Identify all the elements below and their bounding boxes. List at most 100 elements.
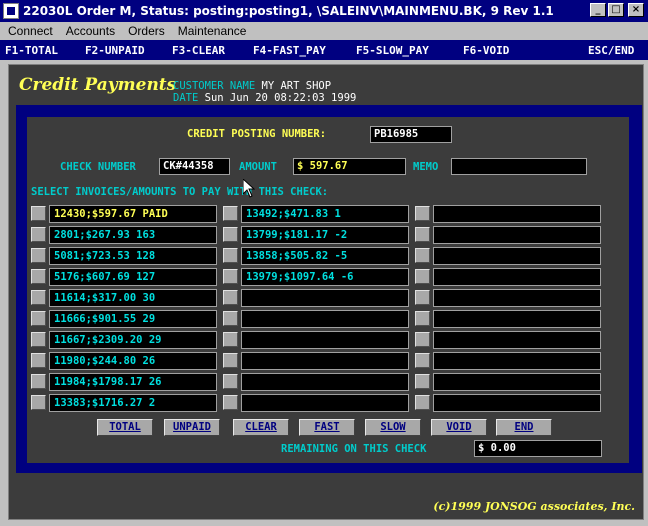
invoice-checkbox[interactable] bbox=[31, 374, 46, 389]
invoice-checkbox[interactable] bbox=[415, 395, 430, 410]
invoice-cell[interactable]: 13492;$471.83 1 bbox=[241, 205, 409, 223]
maximize-button[interactable]: □ bbox=[608, 3, 624, 17]
invoice-checkbox[interactable] bbox=[31, 248, 46, 263]
menu-accounts[interactable]: Accounts bbox=[61, 24, 120, 38]
invoice-checkbox[interactable] bbox=[223, 227, 238, 242]
invoice-cell[interactable]: 5176;$607.69 127 bbox=[49, 268, 217, 286]
menu-orders[interactable]: Orders bbox=[123, 24, 170, 38]
invoice-cell[interactable] bbox=[433, 331, 601, 349]
invoice-checkbox[interactable] bbox=[415, 269, 430, 284]
invoice-cell[interactable] bbox=[433, 394, 601, 412]
invoice-checkbox[interactable] bbox=[31, 395, 46, 410]
fkey-slow-pay[interactable]: F5-SLOW_PAY bbox=[356, 44, 429, 57]
app-icon[interactable] bbox=[3, 3, 19, 19]
invoice-cell[interactable] bbox=[433, 352, 601, 370]
check-number-field[interactable]: CK#44358 bbox=[159, 158, 230, 175]
menu-maintenance[interactable]: Maintenance bbox=[173, 24, 252, 38]
invoice-cell[interactable] bbox=[433, 373, 601, 391]
memo-label: MEMO bbox=[413, 161, 439, 173]
posting-number-field[interactable]: PB16985 bbox=[370, 126, 452, 143]
clear-button-label: CLEAR bbox=[245, 421, 277, 433]
invoice-checkbox[interactable] bbox=[31, 332, 46, 347]
void-button[interactable]: VOID bbox=[431, 419, 487, 436]
invoice-cell[interactable]: 11667;$2309.20 29 bbox=[49, 331, 217, 349]
invoice-checkbox[interactable] bbox=[223, 374, 238, 389]
clear-button[interactable]: CLEAR bbox=[233, 419, 289, 436]
fkey-void[interactable]: F6-VOID bbox=[463, 44, 509, 57]
window-controls: _ □ × bbox=[590, 3, 644, 17]
invoice-cell[interactable] bbox=[433, 310, 601, 328]
end-button[interactable]: END bbox=[496, 419, 552, 436]
invoice-cell[interactable]: 11666;$901.55 29 bbox=[49, 310, 217, 328]
invoice-cell[interactable]: 13799;$181.17 -2 bbox=[241, 226, 409, 244]
invoice-checkbox[interactable] bbox=[31, 353, 46, 368]
invoice-cell[interactable] bbox=[241, 289, 409, 307]
invoice-cell[interactable]: 11980;$244.80 26 bbox=[49, 352, 217, 370]
amount-field[interactable]: $ 597.67 bbox=[293, 158, 406, 175]
invoice-checkbox[interactable] bbox=[223, 290, 238, 305]
invoice-cell[interactable]: 13979;$1097.64 -6 bbox=[241, 268, 409, 286]
invoice-cell[interactable] bbox=[433, 226, 601, 244]
invoice-checkbox[interactable] bbox=[415, 374, 430, 389]
invoice-cell[interactable]: 13383;$1716.27 2 bbox=[49, 394, 217, 412]
customer-value: MY ART SHOP bbox=[261, 80, 332, 92]
invoice-checkbox[interactable] bbox=[31, 290, 46, 305]
invoice-checkbox[interactable] bbox=[31, 206, 46, 221]
invoice-checkbox[interactable] bbox=[415, 290, 430, 305]
menu-connect[interactable]: Connect bbox=[3, 24, 58, 38]
invoice-cell[interactable] bbox=[241, 352, 409, 370]
invoice-checkbox[interactable] bbox=[415, 248, 430, 263]
invoice-cell[interactable] bbox=[241, 373, 409, 391]
invoice-cell[interactable] bbox=[433, 247, 601, 265]
fkey-fast-pay[interactable]: F4-FAST_PAY bbox=[253, 44, 326, 57]
invoice-checkbox[interactable] bbox=[223, 269, 238, 284]
invoice-checkbox[interactable] bbox=[415, 353, 430, 368]
invoice-cell[interactable]: 12430;$597.67 PAID bbox=[49, 205, 217, 223]
select-invoices-label: SELECT INVOICES/AMOUNTS TO PAY WITH THIS… bbox=[31, 186, 329, 198]
close-button[interactable]: × bbox=[628, 3, 644, 17]
invoice-checkbox[interactable] bbox=[223, 353, 238, 368]
slow-button[interactable]: SLOW bbox=[365, 419, 421, 436]
invoice-cell[interactable] bbox=[241, 310, 409, 328]
invoice-cell[interactable] bbox=[433, 205, 601, 223]
page-title: Credit Payments bbox=[19, 75, 177, 95]
fkey-unpaid[interactable]: F2-UNPAID bbox=[85, 44, 145, 57]
unpaid-button[interactable]: UNPAID bbox=[164, 419, 220, 436]
invoice-checkbox[interactable] bbox=[415, 206, 430, 221]
menu-bar: Connect Accounts Orders Maintenance bbox=[0, 22, 648, 40]
invoice-checkbox[interactable] bbox=[415, 227, 430, 242]
invoice-cell[interactable]: 5081;$723.53 128 bbox=[49, 247, 217, 265]
invoice-cell[interactable]: 11984;$1798.17 26 bbox=[49, 373, 217, 391]
invoice-checkbox[interactable] bbox=[31, 311, 46, 326]
invoice-cell[interactable] bbox=[241, 331, 409, 349]
minimize-button[interactable]: _ bbox=[590, 3, 606, 17]
date-line: DATE Sun Jun 20 08:22:03 1999 bbox=[173, 92, 356, 104]
fast-button[interactable]: FAST bbox=[299, 419, 355, 436]
invoice-checkbox[interactable] bbox=[415, 311, 430, 326]
title-bar: 22030L Order M, Status: posting:posting1… bbox=[0, 0, 648, 22]
invoice-checkbox[interactable] bbox=[223, 332, 238, 347]
invoice-cell[interactable] bbox=[241, 394, 409, 412]
date-value: Sun Jun 20 08:22:03 1999 bbox=[204, 92, 357, 104]
invoice-checkbox[interactable] bbox=[31, 227, 46, 242]
invoice-checkbox[interactable] bbox=[223, 248, 238, 263]
invoice-checkbox[interactable] bbox=[415, 332, 430, 347]
fkey-total[interactable]: F1-TOTAL bbox=[5, 44, 58, 57]
total-button[interactable]: TOTAL bbox=[97, 419, 153, 436]
invoice-cell[interactable]: 13858;$505.82 -5 bbox=[241, 247, 409, 265]
unpaid-button-label: UNPAID bbox=[173, 421, 211, 433]
invoice-checkbox[interactable] bbox=[31, 269, 46, 284]
invoice-cell[interactable]: 11614;$317.00 30 bbox=[49, 289, 217, 307]
invoice-checkbox[interactable] bbox=[223, 395, 238, 410]
customer-label: CUSTOMER NAME bbox=[173, 80, 256, 92]
posting-number-label: CREDIT POSTING NUMBER: bbox=[187, 128, 327, 140]
invoice-cell[interactable] bbox=[433, 268, 601, 286]
invoice-cell[interactable]: 2801;$267.93 163 bbox=[49, 226, 217, 244]
memo-field[interactable] bbox=[451, 158, 587, 175]
invoice-checkbox[interactable] bbox=[223, 206, 238, 221]
fkey-esc-end[interactable]: ESC/END bbox=[588, 44, 634, 57]
invoice-checkbox[interactable] bbox=[223, 311, 238, 326]
date-label: DATE bbox=[173, 92, 199, 104]
fkey-clear[interactable]: F3-CLEAR bbox=[172, 44, 225, 57]
invoice-cell[interactable] bbox=[433, 289, 601, 307]
